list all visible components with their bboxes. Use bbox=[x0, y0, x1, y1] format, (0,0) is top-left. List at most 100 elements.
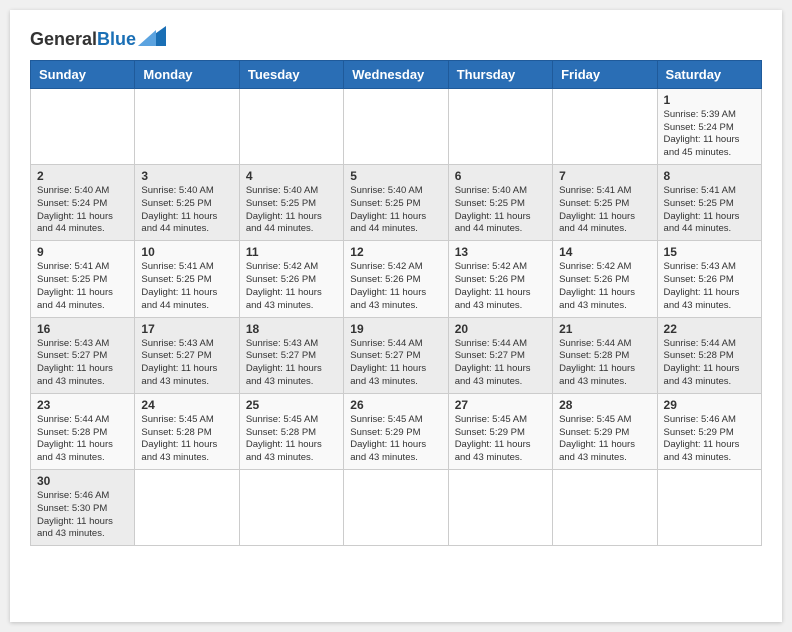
day-number: 7 bbox=[559, 169, 650, 183]
day-info: Sunrise: 5:44 AM Sunset: 5:28 PM Dayligh… bbox=[559, 338, 650, 389]
day-cell: 12 Sunrise: 5:42 AM Sunset: 5:26 PM Dayli… bbox=[344, 241, 448, 317]
day-info: Sunrise: 5:44 AM Sunset: 5:28 PM Dayligh… bbox=[37, 414, 128, 465]
day-info: Sunrise: 5:46 AM Sunset: 5:30 PM Dayligh… bbox=[37, 490, 128, 541]
week-row-3: 16 Sunrise: 5:43 AM Sunset: 5:27 PM Dayli… bbox=[31, 317, 762, 393]
day-cell bbox=[31, 88, 135, 164]
day-cell: 11Sunrise: 5:42 AM Sunset: 5:26 PM Dayli… bbox=[239, 241, 343, 317]
day-number: 14 bbox=[559, 245, 650, 259]
day-number: 8 bbox=[664, 169, 755, 183]
day-cell: 2Sunrise: 5:40 AM Sunset: 5:24 PM Daylig… bbox=[31, 165, 135, 241]
day-number: 29 bbox=[664, 398, 755, 412]
day-cell: 14 Sunrise: 5:42 AM Sunset: 5:26 PM Dayli… bbox=[553, 241, 657, 317]
calendar-table: SundayMondayTuesdayWednesdayThursdayFrid… bbox=[30, 60, 762, 547]
day-cell bbox=[135, 88, 239, 164]
week-row-1: 2Sunrise: 5:40 AM Sunset: 5:24 PM Daylig… bbox=[31, 165, 762, 241]
day-info: Sunrise: 5:45 AM Sunset: 5:28 PM Dayligh… bbox=[246, 414, 337, 465]
week-row-2: 9 Sunrise: 5:41 AM Sunset: 5:25 PM Daylig… bbox=[31, 241, 762, 317]
day-cell bbox=[239, 470, 343, 546]
day-cell: 8 Sunrise: 5:41 AM Sunset: 5:25 PM Daylig… bbox=[657, 165, 761, 241]
day-cell: 30 Sunrise: 5:46 AM Sunset: 5:30 PM Dayli… bbox=[31, 470, 135, 546]
day-info: Sunrise: 5:43 AM Sunset: 5:26 PM Dayligh… bbox=[664, 261, 755, 312]
weekday-header-sunday: Sunday bbox=[31, 60, 135, 88]
day-info: Sunrise: 5:44 AM Sunset: 5:27 PM Dayligh… bbox=[455, 338, 546, 389]
logo-area: GeneralBlue bbox=[30, 30, 166, 50]
day-cell: 23Sunrise: 5:44 AM Sunset: 5:28 PM Dayli… bbox=[31, 393, 135, 469]
day-number: 22 bbox=[664, 322, 755, 336]
day-cell: 25 Sunrise: 5:45 AM Sunset: 5:28 PM Dayli… bbox=[239, 393, 343, 469]
day-cell bbox=[239, 88, 343, 164]
day-cell: 13Sunrise: 5:42 AM Sunset: 5:26 PM Dayli… bbox=[448, 241, 552, 317]
day-number: 2 bbox=[37, 169, 128, 183]
day-cell: 5Sunrise: 5:40 AM Sunset: 5:25 PM Daylig… bbox=[344, 165, 448, 241]
day-cell bbox=[344, 470, 448, 546]
day-cell: 27Sunrise: 5:45 AM Sunset: 5:29 PM Dayli… bbox=[448, 393, 552, 469]
day-cell: 26 Sunrise: 5:45 AM Sunset: 5:29 PM Dayli… bbox=[344, 393, 448, 469]
day-number: 15 bbox=[664, 245, 755, 259]
day-info: Sunrise: 5:45 AM Sunset: 5:28 PM Dayligh… bbox=[141, 414, 232, 465]
day-info: Sunrise: 5:39 AM Sunset: 5:24 PM Dayligh… bbox=[664, 109, 755, 160]
day-info: Sunrise: 5:42 AM Sunset: 5:26 PM Dayligh… bbox=[350, 261, 441, 312]
day-number: 9 bbox=[37, 245, 128, 259]
day-info: Sunrise: 5:45 AM Sunset: 5:29 PM Dayligh… bbox=[350, 414, 441, 465]
day-number: 11 bbox=[246, 245, 337, 259]
day-info: Sunrise: 5:43 AM Sunset: 5:27 PM Dayligh… bbox=[246, 338, 337, 389]
day-number: 5 bbox=[350, 169, 441, 183]
day-info: Sunrise: 5:44 AM Sunset: 5:28 PM Dayligh… bbox=[664, 338, 755, 389]
day-cell: 1 Sunrise: 5:39 AM Sunset: 5:24 PM Daylig… bbox=[657, 88, 761, 164]
day-cell bbox=[344, 88, 448, 164]
day-info: Sunrise: 5:41 AM Sunset: 5:25 PM Dayligh… bbox=[141, 261, 232, 312]
day-cell: 16 Sunrise: 5:43 AM Sunset: 5:27 PM Dayli… bbox=[31, 317, 135, 393]
day-cell: 9Sunrise: 5:41 AM Sunset: 5:25 PM Daylig… bbox=[31, 241, 135, 317]
day-cell: 3 Sunrise: 5:40 AM Sunset: 5:25 PM Daylig… bbox=[135, 165, 239, 241]
day-info: Sunrise: 5:40 AM Sunset: 5:25 PM Dayligh… bbox=[246, 185, 337, 236]
day-cell: 21 Sunrise: 5:44 AM Sunset: 5:28 PM Dayli… bbox=[553, 317, 657, 393]
day-number: 25 bbox=[246, 398, 337, 412]
logo-general: General bbox=[30, 29, 97, 49]
day-info: Sunrise: 5:41 AM Sunset: 5:25 PM Dayligh… bbox=[664, 185, 755, 236]
day-number: 26 bbox=[350, 398, 441, 412]
day-cell bbox=[657, 470, 761, 546]
weekday-header-friday: Friday bbox=[553, 60, 657, 88]
day-info: Sunrise: 5:43 AM Sunset: 5:27 PM Dayligh… bbox=[37, 338, 128, 389]
day-number: 13 bbox=[455, 245, 546, 259]
day-number: 1 bbox=[664, 93, 755, 107]
day-info: Sunrise: 5:44 AM Sunset: 5:27 PM Dayligh… bbox=[350, 338, 441, 389]
week-row-4: 23Sunrise: 5:44 AM Sunset: 5:28 PM Dayli… bbox=[31, 393, 762, 469]
day-number: 17 bbox=[141, 322, 232, 336]
day-number: 12 bbox=[350, 245, 441, 259]
day-cell: 24 Sunrise: 5:45 AM Sunset: 5:28 PM Dayli… bbox=[135, 393, 239, 469]
day-cell bbox=[448, 470, 552, 546]
logo-blue: Blue bbox=[97, 29, 136, 49]
day-number: 16 bbox=[37, 322, 128, 336]
day-cell: 15 Sunrise: 5:43 AM Sunset: 5:26 PM Dayli… bbox=[657, 241, 761, 317]
day-cell bbox=[448, 88, 552, 164]
week-row-0: 1 Sunrise: 5:39 AM Sunset: 5:24 PM Daylig… bbox=[31, 88, 762, 164]
day-number: 3 bbox=[141, 169, 232, 183]
day-cell: 10Sunrise: 5:41 AM Sunset: 5:25 PM Dayli… bbox=[135, 241, 239, 317]
day-cell: 29 Sunrise: 5:46 AM Sunset: 5:29 PM Dayli… bbox=[657, 393, 761, 469]
day-cell bbox=[553, 470, 657, 546]
day-number: 27 bbox=[455, 398, 546, 412]
day-number: 24 bbox=[141, 398, 232, 412]
header-section: GeneralBlue bbox=[30, 30, 762, 50]
day-cell: 28Sunrise: 5:45 AM Sunset: 5:29 PM Dayli… bbox=[553, 393, 657, 469]
day-info: Sunrise: 5:40 AM Sunset: 5:25 PM Dayligh… bbox=[141, 185, 232, 236]
day-cell: 18 Sunrise: 5:43 AM Sunset: 5:27 PM Dayli… bbox=[239, 317, 343, 393]
day-info: Sunrise: 5:45 AM Sunset: 5:29 PM Dayligh… bbox=[559, 414, 650, 465]
day-number: 21 bbox=[559, 322, 650, 336]
day-info: Sunrise: 5:46 AM Sunset: 5:29 PM Dayligh… bbox=[664, 414, 755, 465]
day-number: 30 bbox=[37, 474, 128, 488]
day-cell: 7 Sunrise: 5:41 AM Sunset: 5:25 PM Daylig… bbox=[553, 165, 657, 241]
weekday-header-wednesday: Wednesday bbox=[344, 60, 448, 88]
day-info: Sunrise: 5:41 AM Sunset: 5:25 PM Dayligh… bbox=[559, 185, 650, 236]
weekday-header-saturday: Saturday bbox=[657, 60, 761, 88]
week-row-5: 30 Sunrise: 5:46 AM Sunset: 5:30 PM Dayli… bbox=[31, 470, 762, 546]
day-cell: 20Sunrise: 5:44 AM Sunset: 5:27 PM Dayli… bbox=[448, 317, 552, 393]
day-info: Sunrise: 5:42 AM Sunset: 5:26 PM Dayligh… bbox=[559, 261, 650, 312]
weekday-header-thursday: Thursday bbox=[448, 60, 552, 88]
day-info: Sunrise: 5:40 AM Sunset: 5:25 PM Dayligh… bbox=[455, 185, 546, 236]
day-number: 18 bbox=[246, 322, 337, 336]
weekday-header-row: SundayMondayTuesdayWednesdayThursdayFrid… bbox=[31, 60, 762, 88]
day-cell: 6Sunrise: 5:40 AM Sunset: 5:25 PM Daylig… bbox=[448, 165, 552, 241]
day-cell: 19Sunrise: 5:44 AM Sunset: 5:27 PM Dayli… bbox=[344, 317, 448, 393]
